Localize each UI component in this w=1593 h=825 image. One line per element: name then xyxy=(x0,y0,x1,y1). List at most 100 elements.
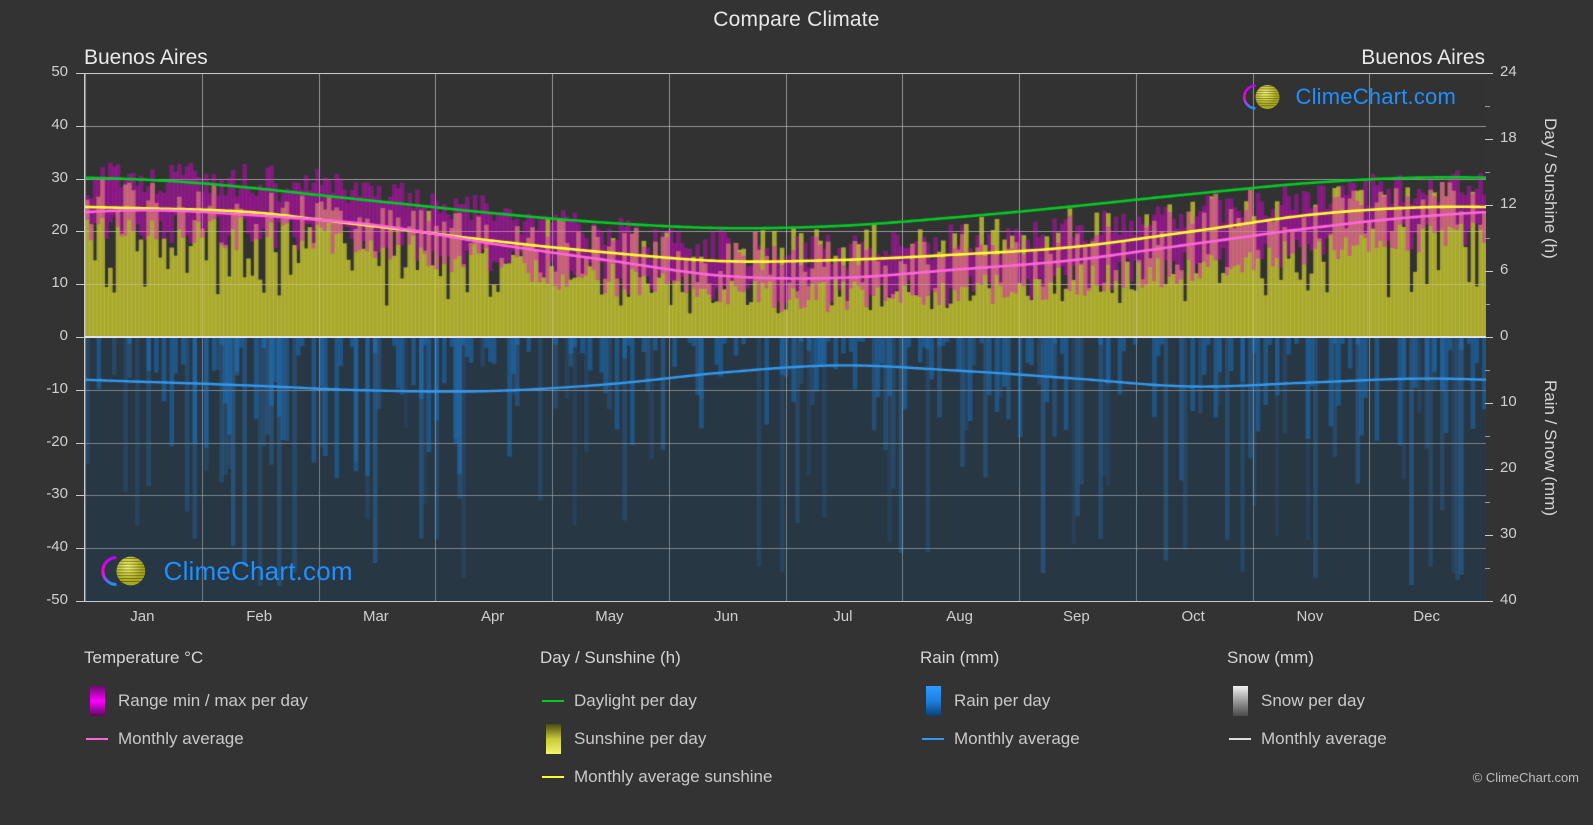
left-tick-label: -30 xyxy=(46,485,68,503)
left-tick-label: 40 xyxy=(51,115,68,133)
left-tick-mark xyxy=(76,548,84,549)
legend-group: Day / Sunshine (h) Daylight per day Sunshi… xyxy=(540,648,772,796)
right-tick-mark xyxy=(1485,139,1493,140)
right-tick-mark xyxy=(1485,271,1493,272)
left-tick-mark xyxy=(76,284,84,285)
left-tick-label: -50 xyxy=(46,591,68,608)
legend-line-marker xyxy=(922,738,944,740)
climechart-logo-top[interactable]: ClimeChart.com xyxy=(1236,82,1456,112)
legend-item[interactable]: Range min / max per day xyxy=(84,682,308,720)
left-tick-mark xyxy=(76,231,84,232)
legend-group-title: Temperature °C xyxy=(84,648,204,667)
legend-item[interactable]: Sunshine per day xyxy=(540,720,772,758)
legend-item[interactable]: Monthly average xyxy=(84,720,308,758)
legend-line-marker xyxy=(1229,738,1251,740)
legend-item[interactable]: Monthly average xyxy=(1227,720,1387,758)
legend-item[interactable]: Daylight per day xyxy=(540,682,772,720)
legend-swatch xyxy=(89,686,105,716)
left-tick-label: -20 xyxy=(46,432,68,450)
right-tick-label-day: 24 xyxy=(1500,63,1517,80)
right-minor-tick xyxy=(1485,502,1490,503)
legend-item[interactable]: Rain per day xyxy=(920,682,1080,720)
right-axis-title-top: Day / Sunshine (h) xyxy=(1541,118,1560,259)
chart-legend: Temperature °C Range min / max per day Mon… xyxy=(0,648,1593,818)
climechart-globe-icon xyxy=(93,553,160,589)
left-tick-label: 0 xyxy=(59,327,68,344)
legend-item-label: Range min / max per day xyxy=(118,691,308,710)
legend-item-label: Snow per day xyxy=(1261,691,1365,710)
legend-group-title: Day / Sunshine (h) xyxy=(540,648,681,667)
legend-item-label: Rain per day xyxy=(954,691,1051,710)
x-tick-label: Jul xyxy=(833,608,853,625)
left-tick-label: 30 xyxy=(51,168,68,186)
climate-chart-plot xyxy=(84,73,1486,602)
legend-item-label: Sunshine per day xyxy=(574,729,707,748)
left-tick-mark xyxy=(76,179,84,180)
city-label-left: Buenos Aires xyxy=(84,46,208,69)
climechart-logo-text: ClimeChart.com xyxy=(1295,84,1456,109)
right-tick-mark xyxy=(1485,601,1493,602)
left-tick-mark xyxy=(76,337,84,338)
legend-item-label: Monthly average xyxy=(118,729,244,748)
left-tick-mark xyxy=(76,443,84,444)
legend-item-label: Monthly average xyxy=(954,729,1080,748)
climechart-logo-bottom[interactable]: ClimeChart.com xyxy=(93,553,353,589)
legend-item[interactable]: Monthly average sunshine xyxy=(540,758,772,796)
right-minor-tick xyxy=(1485,304,1490,305)
right-minor-tick xyxy=(1485,568,1490,569)
right-minor-tick xyxy=(1485,106,1490,107)
left-tick-mark xyxy=(76,390,84,391)
right-minor-tick xyxy=(1485,436,1490,437)
legend-group: Temperature °C Range min / max per day Mon… xyxy=(84,648,308,758)
left-tick-label: -10 xyxy=(46,379,68,397)
x-tick-label: Nov xyxy=(1296,608,1324,625)
legend-swatch xyxy=(545,724,561,754)
legend-group: Snow (mm) Snow per day Monthly average xyxy=(1227,648,1387,758)
legend-group-title: Snow (mm) xyxy=(1227,648,1314,667)
copyright-text: © ClimeChart.com xyxy=(1472,770,1579,785)
gridline-h xyxy=(85,601,1486,602)
x-tick-label: Oct xyxy=(1181,608,1205,625)
climechart-logo-text: ClimeChart.com xyxy=(163,555,353,586)
legend-line-marker xyxy=(86,738,108,740)
x-tick-label: Jan xyxy=(130,608,155,625)
right-minor-tick xyxy=(1485,172,1490,173)
x-tick-label: Dec xyxy=(1413,608,1440,625)
left-tick-label: 20 xyxy=(51,221,68,239)
legend-line-marker xyxy=(542,700,564,702)
legend-item-label: Monthly average sunshine xyxy=(574,767,773,786)
left-tick-mark xyxy=(76,495,84,496)
right-minor-tick xyxy=(1485,370,1490,371)
right-tick-mark xyxy=(1485,337,1493,338)
right-tick-mark xyxy=(1485,469,1493,470)
legend-line-marker xyxy=(542,776,564,778)
legend-group-title: Rain (mm) xyxy=(920,648,1000,667)
x-tick-label: May xyxy=(595,608,624,625)
x-tick-label: Mar xyxy=(362,608,389,625)
legend-item-label: Daylight per day xyxy=(574,691,697,710)
left-tick-mark xyxy=(76,126,84,127)
right-tick-mark xyxy=(1485,205,1493,206)
x-tick-label: Aug xyxy=(946,608,973,625)
legend-swatch xyxy=(925,686,941,716)
x-tick-label: Apr xyxy=(480,608,505,625)
climechart-globe-icon xyxy=(1236,82,1292,112)
left-tick-mark xyxy=(76,73,84,74)
legend-group: Rain (mm) Rain per day Monthly average xyxy=(920,648,1080,758)
x-tick-label: Jun xyxy=(714,608,739,625)
legend-item-label: Monthly average xyxy=(1261,729,1387,748)
right-tick-mark xyxy=(1485,403,1493,404)
left-tick-label: 10 xyxy=(51,274,68,292)
x-tick-label: Feb xyxy=(246,608,273,625)
legend-swatch xyxy=(1232,686,1248,716)
left-tick-mark xyxy=(76,601,84,602)
left-tick-label: -40 xyxy=(46,538,68,556)
left-tick-label: 50 xyxy=(51,63,68,80)
right-axis-title-bottom: Rain / Snow (mm) xyxy=(1541,380,1560,517)
right-tick-mark xyxy=(1485,535,1493,536)
right-minor-tick xyxy=(1485,238,1490,239)
zero-line xyxy=(85,336,1486,338)
right-tick-mark xyxy=(1485,73,1493,74)
legend-item[interactable]: Monthly average xyxy=(920,720,1080,758)
legend-item[interactable]: Snow per day xyxy=(1227,682,1387,720)
